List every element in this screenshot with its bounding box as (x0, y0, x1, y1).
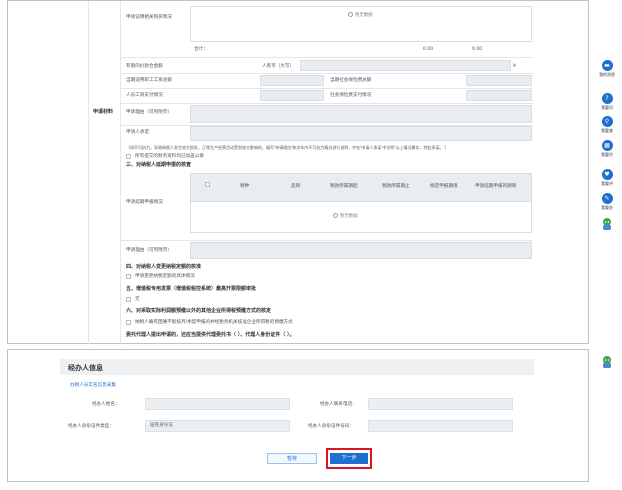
sidebar-item-handle[interactable]: ✎ 我要办 (594, 193, 620, 211)
amount-yen-label: ¥ (513, 64, 516, 69)
application-form-panel: 申请证明相关购买情况 暂无数据 合计： 0.00 0.00 有限的价款合金额 人… (7, 0, 589, 345)
commitment-label: 申请人承诺 (126, 130, 149, 135)
sidebar-item-query[interactable]: ⚲ 我要查 (594, 116, 620, 134)
sidebar-item-appointment[interactable]: ▦ 我要约 (594, 140, 620, 158)
col-item: 品目 (291, 184, 301, 189)
info-icon (333, 213, 338, 218)
col-period-end: 税款所属期止 (382, 184, 410, 189)
col-delay-deadline: 申请延期申报的期限 (475, 184, 517, 189)
agent-notice: 委托代理人提出申请的，还应当提供代理委托书（ ）、代理人身份证件（ ）。 (126, 332, 295, 338)
social-insurance-total-label: 当期社会保险费总额 (330, 78, 372, 83)
amount-words-label: 人民币（大写） (262, 64, 295, 69)
handler-info-header: 经办人信息 (60, 359, 534, 375)
robot-icon (603, 356, 611, 368)
delay-declaration-label: 申请延期申报情况 (126, 200, 163, 205)
sidebar-item-ask[interactable]: ? 我要问 (594, 93, 620, 111)
no-data-text: 暂无数据 (348, 12, 373, 18)
message-icon: ▬ (601, 60, 613, 71)
question-icon: ? (601, 93, 613, 104)
wage-total-field[interactable] (260, 75, 324, 86)
robot-icon (603, 218, 611, 230)
col-deadline: 规定申报期限 (430, 184, 458, 189)
wage-payment-field[interactable] (260, 90, 324, 101)
delay-reason-field[interactable] (190, 242, 532, 259)
sidebar-item-evaluate[interactable]: ♥ 我要评 (594, 169, 620, 187)
heart-icon: ♥ (601, 169, 613, 180)
quota-checkbox[interactable] (126, 274, 131, 279)
invoice-limit-checkbox-label: 无 (135, 297, 140, 302)
info-icon (348, 12, 353, 17)
notice-text: （如不可抗力，导致纳税人发生较大损失，正常生产经营活动受到较大影响的，填写'申请… (126, 145, 449, 150)
select-all-checkbox[interactable] (205, 182, 210, 187)
amount-label: 有限的价款合金额 (126, 64, 163, 69)
calendar-icon: ▦ (601, 140, 613, 151)
commitment-field[interactable] (190, 126, 532, 141)
prepay-checkbox[interactable] (126, 320, 131, 325)
handler-idno-input[interactable] (368, 420, 513, 432)
quota-checkbox-label: 申请变更纳税定额的具体情况 (135, 274, 195, 279)
handler-info-panel: 经办人信息 办税人员实名信息采集 经办人姓名： 经办人联系电话： 经办人身份证件… (7, 349, 589, 482)
invoice-limit-checkbox[interactable] (126, 297, 131, 302)
reason-label: 申请理由（可另附页） (126, 110, 172, 115)
handler-phone-label: 经办人联系电话： (320, 402, 357, 407)
save-draft-button[interactable]: 暂存 (267, 453, 317, 464)
search-icon: ⚲ (601, 116, 613, 127)
handler-name-input[interactable] (145, 398, 290, 410)
application-materials-label: 申请材料 (93, 109, 114, 115)
amount-words-field[interactable] (300, 60, 511, 71)
purchase-info-label: 申请证明相关购买情况 (126, 15, 172, 20)
section-4-title: 四、对纳税人变更纳税定额的核准 (126, 264, 202, 270)
table-no-data: 暂无数据 (333, 213, 358, 219)
prepay-checkbox-label: 纳税人确有困难不能按月/季度申报的并经税务机关核准企业所得税的预缴方式 (135, 320, 293, 325)
handler-idno-label: 经办人身份证件号码： (308, 424, 354, 429)
col-tax-type: 税种 (240, 184, 250, 189)
total-value-1: 0.00 (423, 47, 434, 52)
handler-info-title: 经办人信息 (68, 364, 103, 372)
handler-name-label: 经办人姓名： (92, 402, 120, 407)
next-step-button[interactable]: 下一步 (330, 453, 368, 464)
total-label: 合计： (194, 47, 208, 52)
sidebar-robot-bottom[interactable] (594, 354, 620, 373)
section-5-title: 五、增值税专用发票（增值税税控系统）最高开票限额审批 (126, 286, 257, 292)
edit-icon: ✎ (601, 193, 613, 204)
wage-payment-label: 人员工资支付情况 (126, 93, 163, 98)
handler-idtype-label: 经办人身份证件类型： (68, 424, 114, 429)
materials-checkbox-label: 所有提交的财务资料均已加盖公章 (135, 154, 204, 159)
reason-field[interactable] (190, 105, 532, 123)
realname-collection-link[interactable]: 办税人员实名信息采集 (70, 383, 116, 389)
col-period-start: 税款所属期起 (330, 184, 358, 189)
social-insurance-payment-field[interactable] (466, 90, 532, 101)
section-3-title: 三、对纳税人延期申报的核查 (126, 162, 192, 168)
materials-checkbox[interactable] (126, 154, 131, 159)
delay-reason-label: 申请理由（可另附页） (126, 248, 172, 253)
total-value-2: 0.00 (472, 47, 483, 52)
social-insurance-payment-label: 社会保险费支付情况 (330, 93, 372, 98)
handler-phone-input[interactable] (368, 398, 513, 410)
sidebar-robot[interactable] (594, 216, 620, 235)
section-6-title: 六、对采取实际利润额预缴以外的其他企业所得税预缴方式的核定 (126, 308, 272, 314)
sidebar-item-messages[interactable]: ▬ 我的消息 (594, 60, 620, 78)
handler-idtype-select[interactable]: 居民身份证 (145, 420, 290, 432)
social-insurance-total-field[interactable] (466, 75, 532, 86)
wage-total-label: 当期适用职工工资总额 (126, 78, 172, 83)
